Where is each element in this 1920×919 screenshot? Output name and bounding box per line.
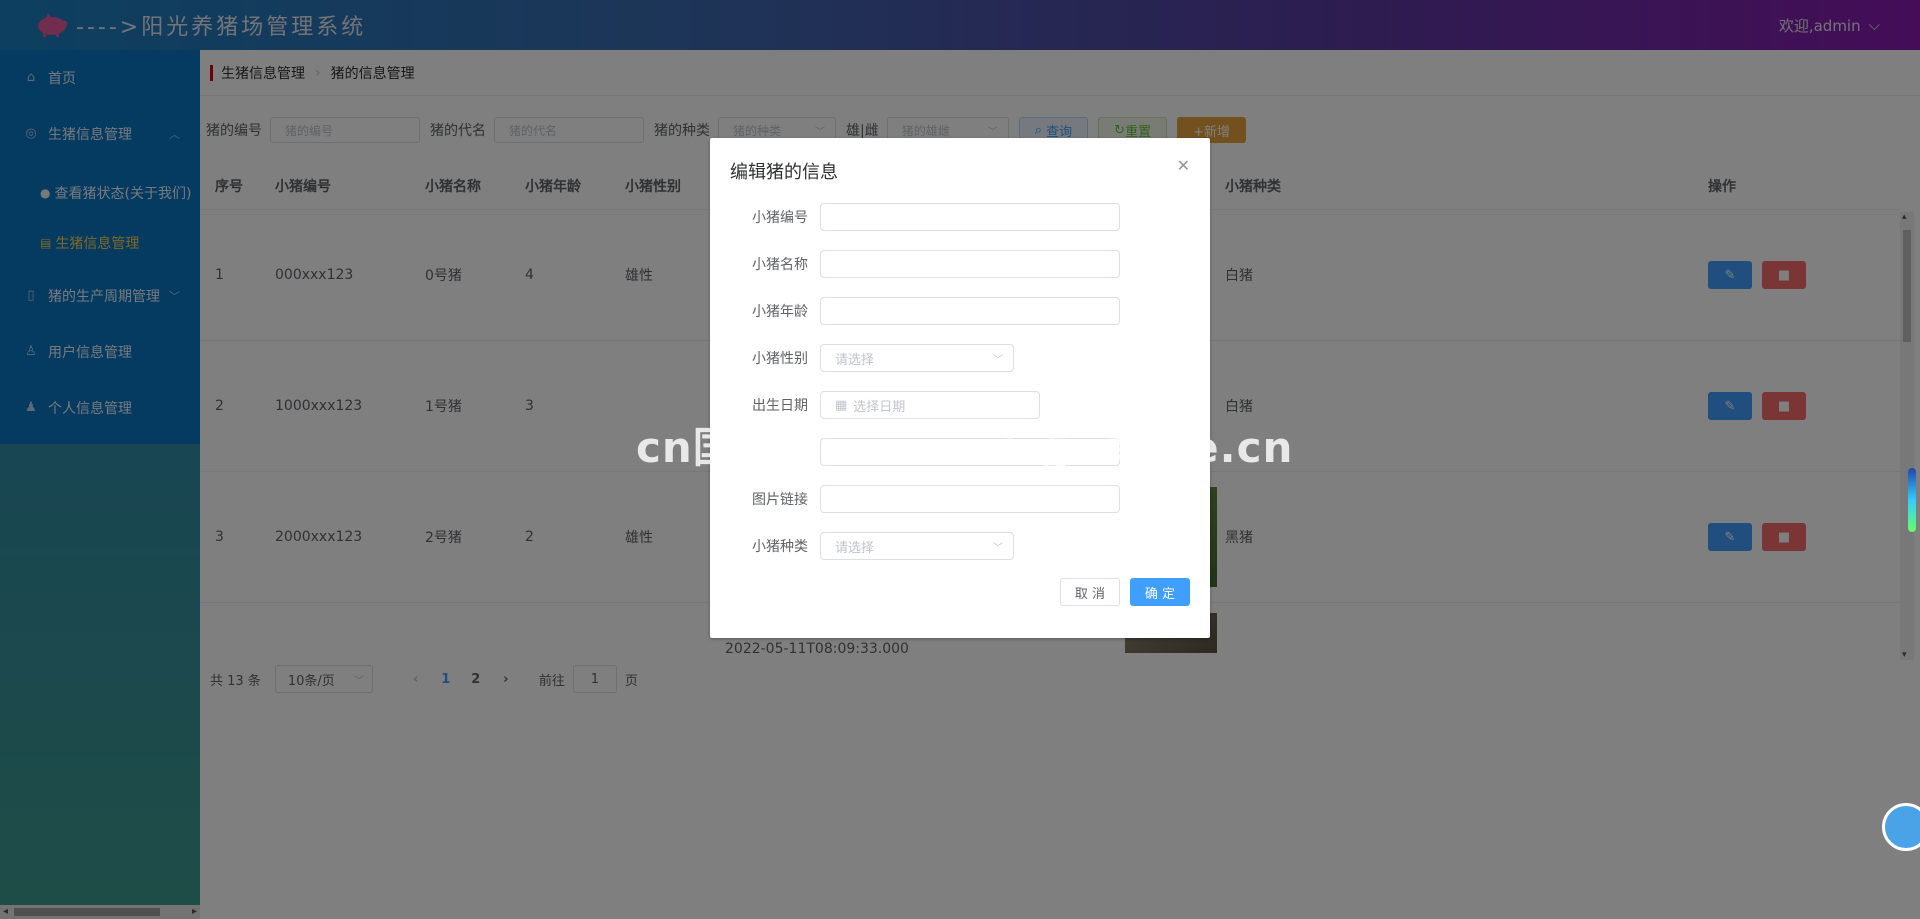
form-row-image: 图片链接: [710, 485, 1210, 513]
placeholder: 请选择: [835, 352, 875, 368]
chevron-down-icon: ﹀: [993, 542, 1003, 554]
placeholder: 请选择: [835, 540, 875, 556]
type-select[interactable]: 请选择 ﹀: [820, 532, 1014, 560]
name-label: 小猪名称: [752, 257, 808, 273]
placeholder: 选择日期: [853, 399, 906, 415]
calendar-icon: ▦: [835, 397, 848, 413]
image-label: 图片链接: [752, 492, 808, 508]
image-link-input[interactable]: [820, 485, 1120, 513]
form-row-code: 小猪编号: [710, 203, 1210, 231]
birth-label: 出生日期: [752, 398, 808, 414]
type-label: 小猪种类: [752, 539, 808, 555]
side-gauge: [1908, 468, 1916, 532]
age-label: 小猪年龄: [752, 304, 808, 320]
age-input[interactable]: [820, 297, 1120, 325]
code-input[interactable]: [820, 203, 1120, 231]
watermark: cn国观客www.weiguanke.cn: [636, 423, 1294, 472]
confirm-button[interactable]: 确 定: [1130, 578, 1190, 606]
name-input[interactable]: [820, 250, 1120, 278]
sex-select[interactable]: 请选择 ﹀: [820, 344, 1014, 372]
form-row-name: 小猪名称: [710, 250, 1210, 278]
form-row-sex: 小猪性别 请选择 ﹀: [710, 344, 1210, 372]
edit-pig-dialog: 编辑猪的信息 ✕ 小猪编号 小猪名称 小猪年龄 小猪性别 请选择 ﹀ 出生日期 ▦…: [710, 138, 1210, 638]
sex-label: 小猪性别: [752, 351, 808, 367]
code-label: 小猪编号: [752, 210, 808, 226]
cancel-button[interactable]: 取 消: [1060, 578, 1120, 606]
close-icon[interactable]: ✕: [1177, 156, 1190, 175]
dialog-title: 编辑猪的信息: [730, 162, 838, 183]
form-row-type: 小猪种类 请选择 ﹀: [710, 532, 1210, 560]
form-row-age: 小猪年龄: [710, 297, 1210, 325]
chevron-down-icon: ﹀: [993, 354, 1003, 366]
